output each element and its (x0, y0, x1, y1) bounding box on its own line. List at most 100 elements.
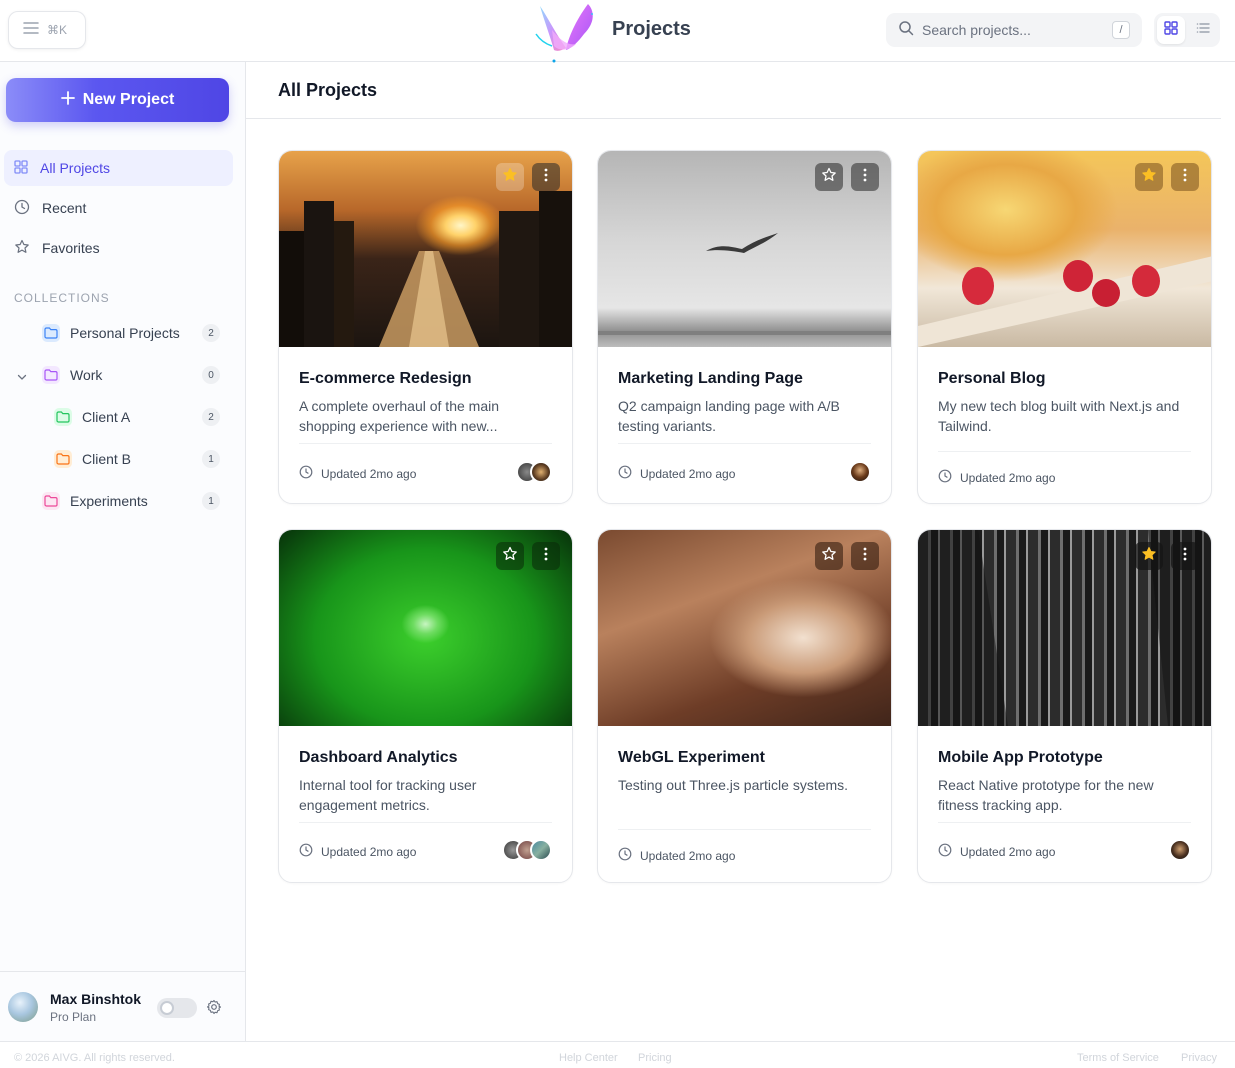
folder-icon (54, 450, 72, 468)
collections-heading: COLLECTIONS (14, 291, 110, 305)
more-vertical-icon (863, 168, 867, 187)
page-header: All Projects (246, 62, 1221, 119)
user-profile: Max Binshtok Pro Plan (0, 971, 246, 1041)
folder-icon (42, 324, 60, 342)
command-shortcut: ⌘K (47, 23, 68, 37)
sidebar-item-all-projects[interactable]: All Projects (4, 150, 233, 186)
card-divider (299, 822, 552, 823)
list-view-button[interactable] (1189, 16, 1217, 44)
folder-icon (42, 366, 60, 384)
collection-client-a[interactable]: Client A 2 (54, 402, 220, 432)
collection-client-b[interactable]: Client B 1 (54, 444, 220, 474)
project-card-webgl-experiment[interactable]: WebGL Experiment Testing out Three.js pa… (597, 529, 892, 883)
top-header: ⌘K Projects Search projects... / (0, 0, 1235, 64)
terms-link[interactable]: Terms of Service (1077, 1052, 1159, 1064)
collection-label: Work (70, 367, 103, 383)
clock-icon (299, 465, 313, 482)
gear-icon[interactable] (206, 999, 222, 1020)
more-options-button[interactable] (851, 542, 879, 570)
help-center-link[interactable]: Help Center (559, 1052, 618, 1064)
sidebar-item-label: Recent (42, 200, 87, 216)
more-options-button[interactable] (532, 163, 560, 191)
updated-text: Updated 2mo ago (640, 466, 736, 481)
menu-button[interactable]: ⌘K (8, 11, 86, 49)
more-options-button[interactable] (1171, 542, 1199, 570)
more-options-button[interactable] (851, 163, 879, 191)
app-title: Projects (612, 18, 691, 40)
collection-count: 1 (202, 492, 220, 510)
view-toggle (1154, 13, 1220, 47)
card-divider (618, 443, 871, 444)
avatar[interactable] (530, 461, 552, 483)
favorite-button[interactable] (496, 163, 524, 191)
collaborator-avatars (502, 839, 552, 861)
more-options-button[interactable] (1171, 163, 1199, 191)
avatar[interactable] (8, 992, 38, 1022)
pricing-link[interactable]: Pricing (638, 1052, 672, 1064)
chevron-down-icon[interactable] (16, 370, 28, 388)
privacy-link[interactable]: Privacy (1181, 1052, 1217, 1064)
favorite-button[interactable] (1135, 163, 1163, 191)
updated-text: Updated 2mo ago (960, 844, 1056, 859)
project-card-marketing-landing-page[interactable]: Marketing Landing Page Q2 campaign landi… (597, 150, 892, 504)
project-card-personal-blog[interactable]: Personal Blog My new tech blog built wit… (917, 150, 1212, 504)
copyright-text: © 2026 AIVG. All rights reserved. (14, 1052, 175, 1064)
card-actions (496, 542, 560, 570)
sidebar: New Project All Projects Recent Favorite… (0, 62, 246, 1041)
sidebar-item-recent[interactable]: Recent (4, 190, 233, 226)
search-bar[interactable]: / (886, 13, 1142, 47)
search-shortcut: / (1112, 21, 1130, 39)
more-vertical-icon (1183, 168, 1187, 187)
favorite-button[interactable] (496, 542, 524, 570)
project-description: React Native prototype for the new fitne… (938, 777, 1154, 813)
card-divider (938, 822, 1191, 823)
card-actions (496, 163, 560, 191)
star-icon (1141, 167, 1157, 188)
collection-work[interactable]: Work 0 (42, 360, 220, 390)
collection-experiments[interactable]: Experiments 1 (42, 486, 220, 516)
avatar[interactable] (530, 839, 552, 861)
avatar[interactable] (849, 461, 871, 483)
project-title: WebGL Experiment (618, 749, 765, 766)
collection-count: 1 (202, 450, 220, 468)
favorite-button[interactable] (815, 163, 843, 191)
theme-toggle[interactable] (157, 998, 197, 1018)
project-updated: Updated 2mo ago (618, 847, 735, 864)
project-description: My new tech blog built with Next.js and … (938, 398, 1180, 434)
star-icon (502, 167, 518, 188)
card-actions (1135, 542, 1199, 570)
favorite-button[interactable] (815, 542, 843, 570)
sidebar-item-favorites[interactable]: Favorites (4, 230, 233, 266)
sidebar-item-label: Favorites (42, 240, 100, 256)
avatar[interactable] (1169, 839, 1191, 861)
clock-icon (618, 465, 632, 482)
project-card-mobile-app-prototype[interactable]: Mobile App Prototype React Native protot… (917, 529, 1212, 883)
updated-text: Updated 2mo ago (321, 844, 417, 859)
search-input[interactable] (922, 22, 1102, 38)
more-vertical-icon (1183, 547, 1187, 566)
new-project-button[interactable]: New Project (6, 78, 229, 122)
collaborator-avatars (1169, 839, 1191, 861)
collection-label: Client A (82, 409, 131, 425)
project-card-dashboard-analytics[interactable]: Dashboard Analytics Internal tool for tr… (278, 529, 573, 883)
card-divider (618, 829, 871, 830)
collection-count: 2 (202, 408, 220, 426)
more-options-button[interactable] (532, 542, 560, 570)
app-logo[interactable] (532, 0, 604, 64)
collection-personal-projects[interactable]: Personal Projects 2 (42, 318, 220, 348)
project-title: E-commerce Redesign (299, 370, 472, 387)
star-icon (821, 546, 837, 567)
more-vertical-icon (544, 168, 548, 187)
updated-text: Updated 2mo ago (321, 466, 417, 481)
folder-icon (54, 408, 72, 426)
favorite-button[interactable] (1135, 542, 1163, 570)
collection-label: Experiments (70, 493, 148, 509)
more-vertical-icon (544, 547, 548, 566)
card-actions (1135, 163, 1199, 191)
project-title: Mobile App Prototype (938, 749, 1103, 766)
project-title: Marketing Landing Page (618, 370, 803, 387)
hamburger-icon (23, 21, 39, 40)
project-card-ecommerce-redesign[interactable]: E-commerce Redesign A complete overhaul … (278, 150, 573, 504)
clock-icon (14, 199, 30, 218)
grid-view-button[interactable] (1157, 16, 1185, 44)
